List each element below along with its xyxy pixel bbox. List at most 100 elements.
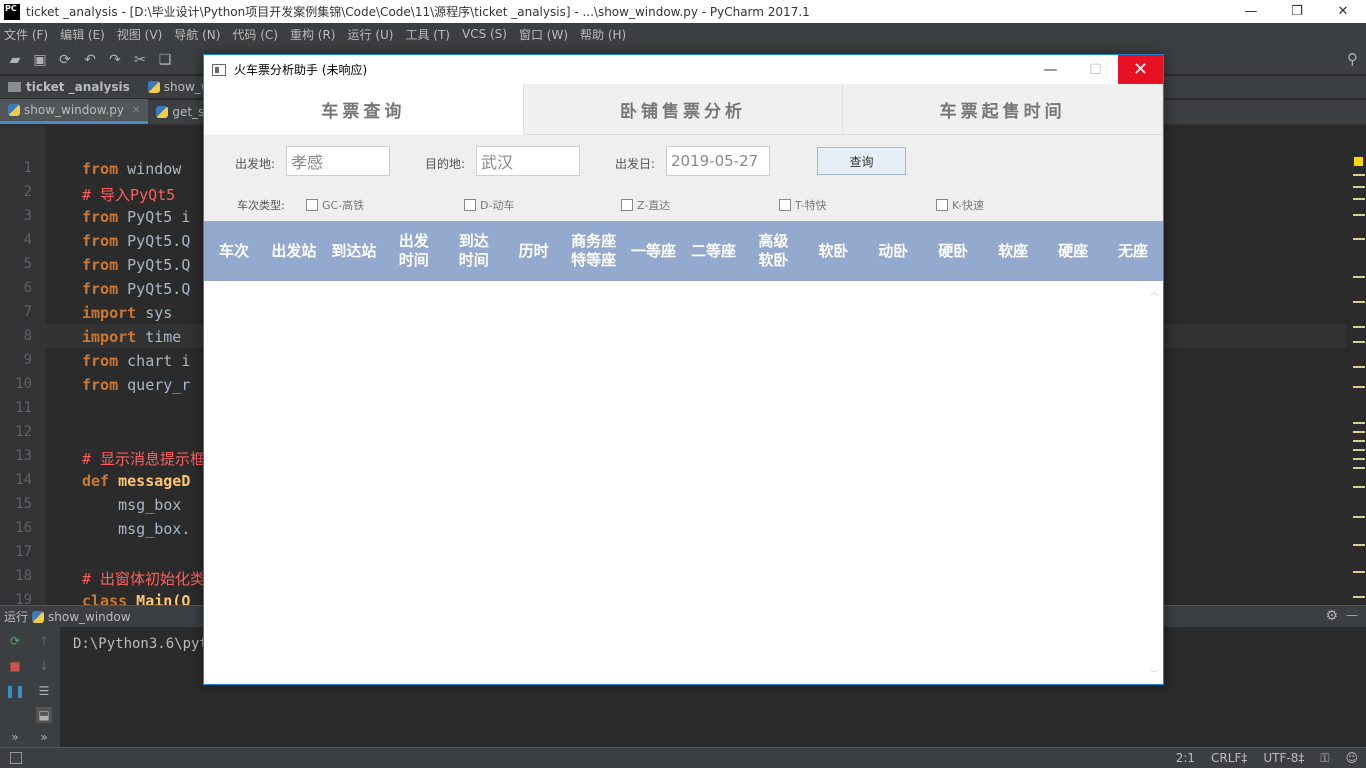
menu-tools[interactable]: 工具 (T) bbox=[405, 26, 450, 43]
menu-file[interactable]: 文件 (F) bbox=[4, 26, 48, 43]
gear-icon[interactable]: ⚙ bbox=[1325, 608, 1338, 624]
menu-navigate[interactable]: 导航 (N) bbox=[174, 26, 220, 43]
column-header-deluxe-sleeper[interactable]: 高级 软卧 bbox=[743, 232, 803, 270]
menu-code[interactable]: 代码 (C) bbox=[232, 26, 278, 43]
menu-vcs[interactable]: VCS (S) bbox=[462, 27, 507, 41]
to-input[interactable]: 武汉 bbox=[476, 146, 580, 176]
editor-scroll-markers[interactable] bbox=[1352, 126, 1366, 606]
tab-show-window[interactable]: show_window.py ✕ bbox=[0, 99, 149, 124]
column-header-no-seat[interactable]: 无座 bbox=[1103, 242, 1163, 261]
close-tab-icon[interactable]: ✕ bbox=[132, 105, 140, 116]
minimize-icon[interactable]: — bbox=[1228, 0, 1274, 23]
column-header-soft-seat[interactable]: 软座 bbox=[983, 242, 1043, 261]
header-text: 到达站 bbox=[331, 241, 377, 260]
rerun-icon[interactable]: ⟳ bbox=[7, 633, 23, 649]
menu-view[interactable]: 视图 (V) bbox=[117, 26, 162, 43]
column-header-train-no[interactable]: 车次 bbox=[204, 242, 264, 261]
ide-window-title: ticket _analysis - [D:\毕业设计\Python项目开发案例… bbox=[26, 5, 810, 19]
line-number: 4 bbox=[23, 232, 32, 248]
keyword: from bbox=[82, 280, 119, 298]
down-arrow-icon[interactable]: ↓ bbox=[36, 658, 52, 674]
breadcrumb-project[interactable]: ticket _analysis bbox=[26, 80, 130, 94]
marker bbox=[1353, 214, 1365, 216]
search-icon[interactable]: ⚲ bbox=[1347, 50, 1358, 68]
cut-icon[interactable]: ✂ bbox=[129, 49, 151, 71]
save-icon[interactable]: ▣ bbox=[29, 49, 51, 71]
checkbox-box[interactable] bbox=[621, 199, 633, 211]
line-number: 11 bbox=[15, 400, 32, 416]
column-header-second-class[interactable]: 二等座 bbox=[684, 242, 744, 261]
checkbox-box[interactable] bbox=[306, 199, 318, 211]
menu-help[interactable]: 帮助 (H) bbox=[580, 26, 626, 43]
more-icon[interactable]: » bbox=[36, 729, 52, 745]
column-header-business-seat[interactable]: 商务座 特等座 bbox=[564, 232, 624, 270]
ticket-app-window: 火车票分析助手 (未响应) — ☐ ✕ 车票查询 卧铺售票分析 车票起售时间 出… bbox=[203, 54, 1164, 685]
tab-sale-time[interactable]: 车票起售时间 bbox=[843, 84, 1164, 135]
hide-panel-icon[interactable]: — bbox=[1346, 608, 1358, 622]
checkbox-box[interactable] bbox=[464, 199, 476, 211]
warning-marker[interactable] bbox=[1354, 157, 1363, 166]
sync-icon[interactable]: ⟳ bbox=[54, 49, 76, 71]
scroll-end-icon[interactable]: ⬓ bbox=[36, 707, 52, 723]
tab-ticket-query[interactable]: 车票查询 bbox=[204, 84, 524, 135]
scroll-down-icon[interactable]: ﹀ bbox=[1150, 667, 1159, 680]
query-button[interactable]: 查询 bbox=[817, 147, 906, 175]
column-header-emu-sleeper[interactable]: 动卧 bbox=[863, 242, 923, 261]
pause-icon[interactable]: ❚❚ bbox=[5, 683, 25, 699]
marker bbox=[1353, 276, 1365, 278]
checkbox-box[interactable] bbox=[779, 199, 791, 211]
up-arrow-icon[interactable]: ↑ bbox=[36, 633, 52, 649]
header-text: 硬座 bbox=[1058, 241, 1089, 260]
column-header-to-station[interactable]: 到达站 bbox=[324, 242, 384, 261]
file-encoding[interactable]: UTF-8‡ bbox=[1263, 751, 1304, 765]
restore-icon[interactable]: ❐ bbox=[1274, 0, 1320, 23]
inspector-icon[interactable]: ☺ bbox=[1345, 751, 1358, 765]
toggle-panels-icon[interactable] bbox=[10, 752, 22, 764]
redo-icon[interactable]: ↷ bbox=[104, 49, 126, 71]
scroll-up-icon[interactable]: ︿ bbox=[1150, 285, 1159, 298]
menu-run[interactable]: 运行 (U) bbox=[348, 26, 394, 43]
stop-icon[interactable]: ■ bbox=[7, 658, 23, 674]
checkbox-gc[interactable]: GC-高铁 bbox=[306, 197, 364, 213]
app-close-button[interactable]: ✕ bbox=[1118, 55, 1163, 84]
marker bbox=[1353, 198, 1365, 200]
from-input[interactable]: 孝感 bbox=[286, 146, 390, 176]
expand-icon[interactable]: » bbox=[7, 729, 23, 745]
copy-icon[interactable]: ❏ bbox=[154, 49, 176, 71]
column-header-arrive-time[interactable]: 到达 时间 bbox=[444, 232, 504, 270]
undo-icon[interactable]: ↶ bbox=[79, 49, 101, 71]
menu-refactor[interactable]: 重构 (R) bbox=[290, 26, 336, 43]
checkbox-z[interactable]: Z-直达 bbox=[621, 197, 670, 213]
open-folder-icon[interactable]: ▰ bbox=[4, 49, 26, 71]
checkbox-k[interactable]: K-快速 bbox=[936, 197, 984, 213]
soft-wrap-icon[interactable]: ☰ bbox=[36, 683, 52, 699]
lock-icon[interactable]: ⚿ bbox=[1320, 751, 1329, 766]
results-table-body[interactable]: ︿ ﹀ bbox=[204, 281, 1163, 684]
keyword: def bbox=[82, 472, 110, 490]
line-separator[interactable]: CRLF‡ bbox=[1211, 751, 1247, 765]
run-config-name[interactable]: show_window bbox=[48, 610, 131, 624]
header-text: 特等座 bbox=[571, 251, 617, 269]
checkbox-d[interactable]: D-动车 bbox=[464, 197, 514, 213]
column-header-hard-sleeper[interactable]: 硬卧 bbox=[923, 242, 983, 261]
column-header-first-class[interactable]: 一等座 bbox=[624, 242, 684, 261]
column-header-from-station[interactable]: 出发站 bbox=[264, 242, 324, 261]
header-text: 软卧 bbox=[818, 241, 849, 260]
app-minimize-icon[interactable]: — bbox=[1028, 55, 1073, 84]
menu-edit[interactable]: 编辑 (E) bbox=[60, 26, 105, 43]
marker bbox=[1353, 571, 1365, 573]
checkbox-t[interactable]: T-特快 bbox=[779, 197, 827, 213]
tab-sleeper-analysis[interactable]: 卧铺售票分析 bbox=[523, 84, 844, 135]
column-header-duration[interactable]: 历时 bbox=[504, 242, 564, 261]
line-number: 3 bbox=[23, 208, 32, 224]
checkbox-box[interactable] bbox=[936, 199, 948, 211]
date-input[interactable]: 2019-05-27 bbox=[666, 146, 770, 176]
close-icon[interactable]: ✕ bbox=[1320, 0, 1366, 23]
column-header-depart-time[interactable]: 出发 时间 bbox=[384, 232, 444, 270]
code-text: PyQt5.Q bbox=[118, 280, 191, 298]
menu-window[interactable]: 窗口 (W) bbox=[519, 26, 568, 43]
column-header-hard-seat[interactable]: 硬座 bbox=[1043, 242, 1103, 261]
cursor-position[interactable]: 2:1 bbox=[1176, 751, 1195, 765]
app-maximize-icon[interactable]: ☐ bbox=[1073, 55, 1118, 84]
column-header-soft-sleeper[interactable]: 软卧 bbox=[803, 242, 863, 261]
